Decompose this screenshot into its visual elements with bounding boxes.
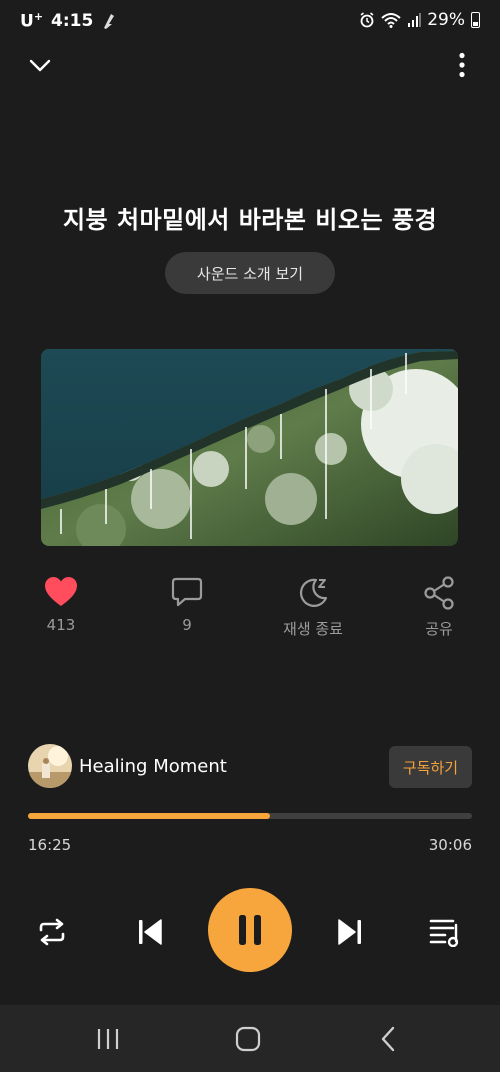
- next-button[interactable]: [328, 910, 372, 954]
- track-title: 지붕 처마밑에서 바라본 비오는 풍경: [62, 206, 438, 234]
- share-icon: [424, 576, 454, 610]
- battery-percent: 29%: [427, 10, 465, 30]
- sleep-timer-button[interactable]: 재생 종료: [258, 576, 368, 639]
- pause-icon: [239, 915, 261, 945]
- wifi-icon: [381, 13, 401, 28]
- home-button[interactable]: [228, 1019, 268, 1059]
- status-bar: U+ 4:15 29%: [0, 0, 500, 44]
- like-count: 413: [46, 616, 76, 634]
- recent-apps-icon: [97, 1029, 119, 1049]
- status-time: 4:15: [51, 10, 94, 31]
- system-nav-bar: [0, 1005, 500, 1072]
- heart-icon: [45, 577, 77, 606]
- channel-name: Healing Moment: [79, 755, 227, 777]
- comment-icon: [171, 577, 203, 607]
- repeat-icon: [39, 918, 65, 946]
- sound-intro-button[interactable]: 사운드 소개 보기: [165, 252, 335, 294]
- like-button[interactable]: 413: [6, 576, 116, 634]
- previous-button[interactable]: [128, 910, 172, 954]
- back-icon: [381, 1026, 395, 1052]
- more-vertical-icon[interactable]: [448, 48, 476, 82]
- alarm-icon: [360, 12, 374, 28]
- battery-icon: [471, 12, 480, 28]
- moon-icon: [299, 578, 328, 607]
- skip-next-icon: [338, 919, 361, 945]
- queue-button[interactable]: [424, 910, 468, 954]
- playback-controls: [0, 888, 500, 974]
- notification-icon: [104, 13, 115, 29]
- elapsed-time: 16:25: [28, 836, 72, 854]
- share-label: 공유: [425, 620, 453, 638]
- skip-previous-icon: [139, 919, 162, 945]
- home-icon: [235, 1026, 261, 1052]
- channel-avatar[interactable]: [28, 744, 72, 788]
- comment-count: 9: [182, 616, 192, 634]
- signal-icon: [408, 13, 422, 27]
- back-button[interactable]: [368, 1019, 408, 1059]
- sleep-label: 재생 종료: [283, 620, 343, 638]
- total-duration: 30:06: [428, 836, 472, 854]
- action-row: 413 9 재생 종료 공유: [0, 576, 500, 646]
- recent-apps-button[interactable]: [88, 1019, 128, 1059]
- channel-row[interactable]: Healing Moment: [28, 744, 227, 788]
- carrier: U+: [20, 10, 44, 32]
- progress-fill: [28, 813, 271, 819]
- subscribe-button[interactable]: 구독하기: [389, 746, 472, 788]
- chevron-down-icon[interactable]: [24, 50, 56, 82]
- playlist-icon: [429, 919, 459, 947]
- track-thumbnail: [41, 349, 458, 546]
- share-button[interactable]: 공유: [384, 576, 494, 639]
- pause-button[interactable]: [208, 888, 292, 972]
- comment-button[interactable]: 9: [132, 576, 242, 634]
- repeat-button[interactable]: [30, 910, 74, 954]
- progress-bar[interactable]: [28, 813, 472, 819]
- player-screen: U+ 4:15 29% 지붕 처마밑에서 바라본 비오는 풍경 사운드 소개 보…: [0, 0, 500, 1072]
